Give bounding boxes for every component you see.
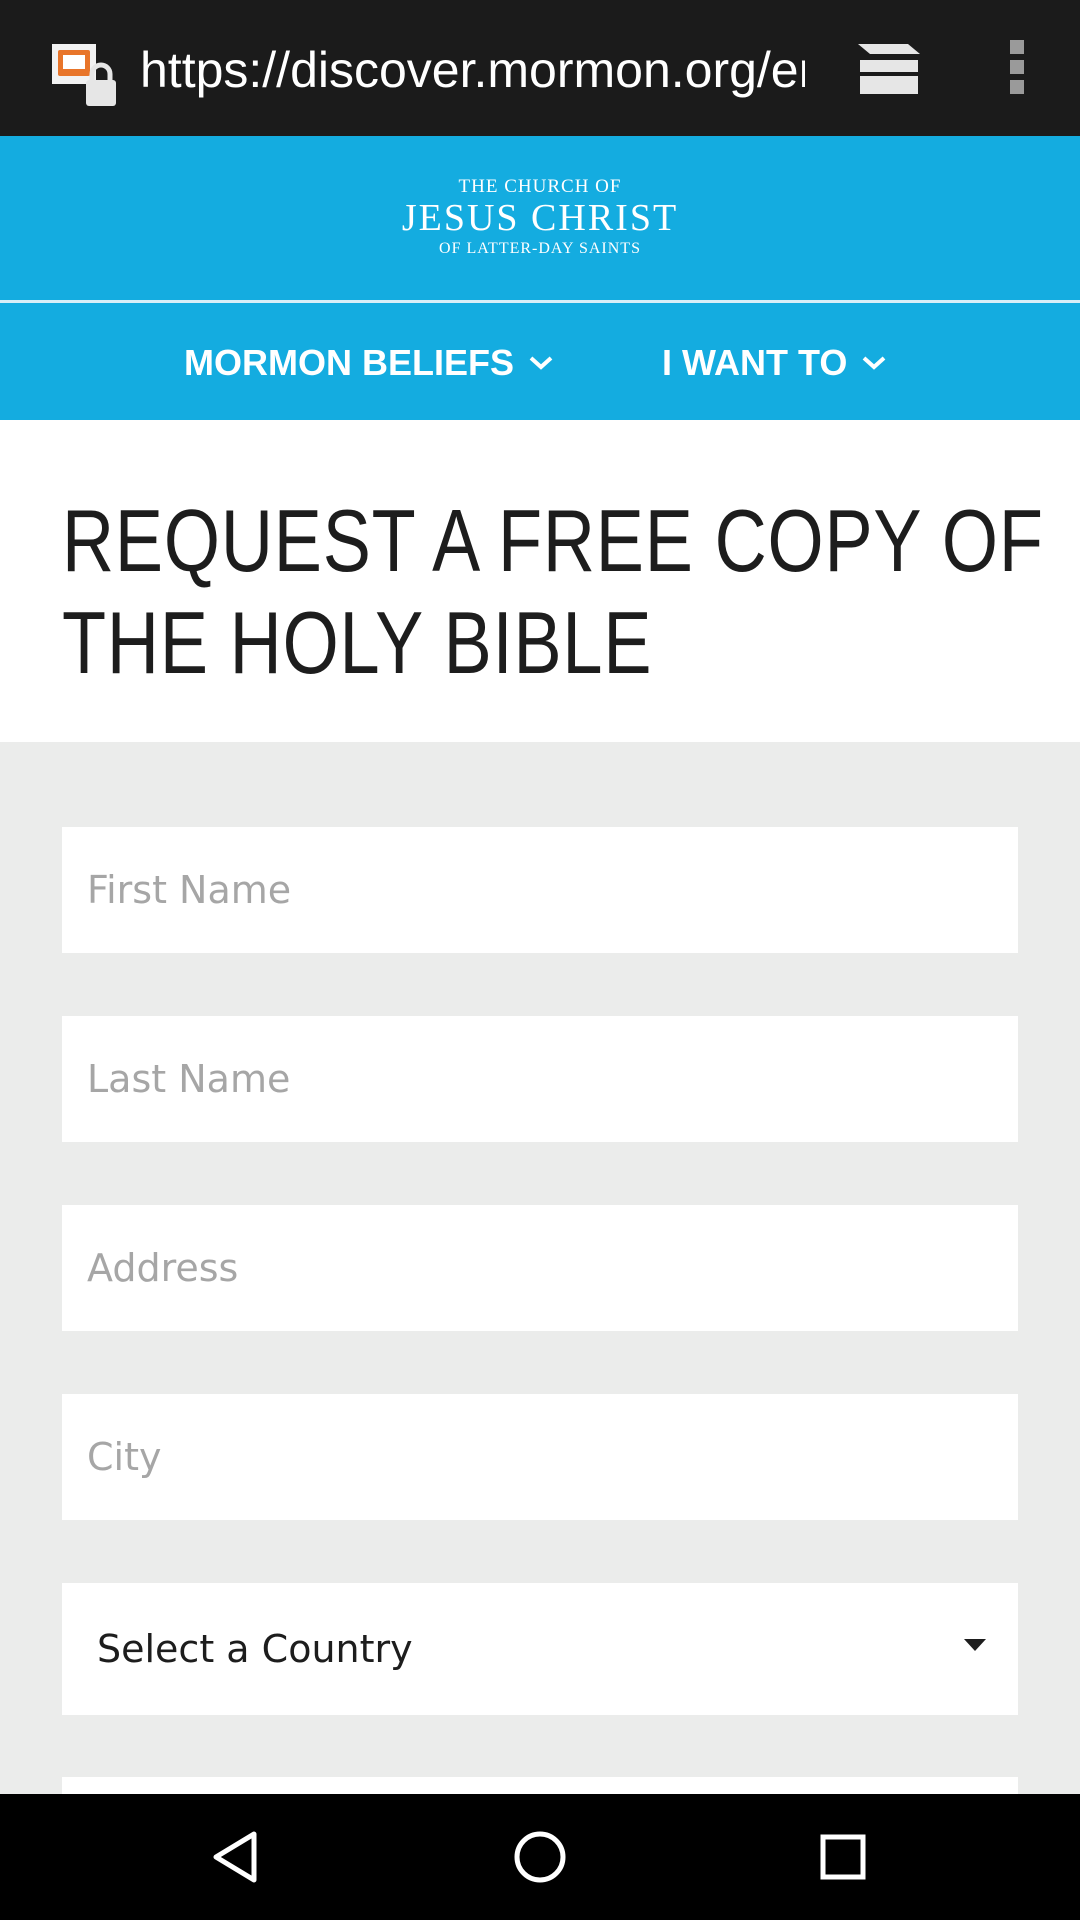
nav-mormon-beliefs-label: MORMON BELIEFS: [184, 342, 514, 383]
address-input[interactable]: [62, 1205, 1018, 1331]
tabs-switcher-icon[interactable]: [852, 38, 928, 98]
site-header: THE CHURCH OF JESUS CHRIST OF LATTER-DAY…: [0, 136, 1080, 300]
page-title: REQUEST A FREE COPY OF THE HOLY BIBLE: [62, 490, 1044, 694]
city-input[interactable]: [62, 1394, 1018, 1520]
next-field-partial[interactable]: [62, 1777, 1018, 1794]
site-security-icon[interactable]: [50, 42, 120, 108]
system-navigation-bar: [0, 1794, 1080, 1920]
recent-apps-icon[interactable]: [808, 1822, 878, 1892]
nav-i-want-to[interactable]: I WANT TO: [662, 333, 887, 393]
logo-line-1: THE CHURCH OF: [458, 176, 622, 197]
request-form: Select a Country: [0, 742, 1080, 1794]
last-name-input[interactable]: [62, 1016, 1018, 1142]
dropdown-caret-icon: [964, 1639, 986, 1651]
nav-mormon-beliefs[interactable]: MORMON BELIEFS: [184, 333, 554, 393]
logo-line-2: JESUS CHRIST: [401, 197, 679, 239]
home-icon[interactable]: [505, 1822, 575, 1892]
country-select-value: Select a Country: [97, 1627, 413, 1671]
page-title-line-1: REQUEST A FREE COPY OF: [62, 491, 1044, 590]
nav-i-want-to-label: I WANT TO: [662, 342, 848, 383]
page-title-line-2: THE HOLY BIBLE: [62, 593, 653, 692]
back-icon[interactable]: [202, 1822, 272, 1892]
main-nav: MORMON BELIEFS I WANT TO: [0, 303, 1080, 420]
title-section: REQUEST A FREE COPY OF THE HOLY BIBLE: [0, 420, 1080, 742]
chevron-down-icon: [862, 356, 886, 370]
country-select[interactable]: Select a Country: [62, 1583, 1018, 1715]
logo-line-3: OF LATTER-DAY SAINTS: [439, 240, 641, 257]
url-field[interactable]: https://discover.mormon.org/en: [140, 40, 805, 100]
overflow-menu-icon[interactable]: [1000, 36, 1034, 98]
first-name-input[interactable]: [62, 827, 1018, 953]
chevron-down-icon: [529, 356, 553, 370]
browser-url-bar: https://discover.mormon.org/en: [0, 0, 1080, 136]
church-logo[interactable]: THE CHURCH OF JESUS CHRIST OF LATTER-DAY…: [340, 176, 740, 266]
